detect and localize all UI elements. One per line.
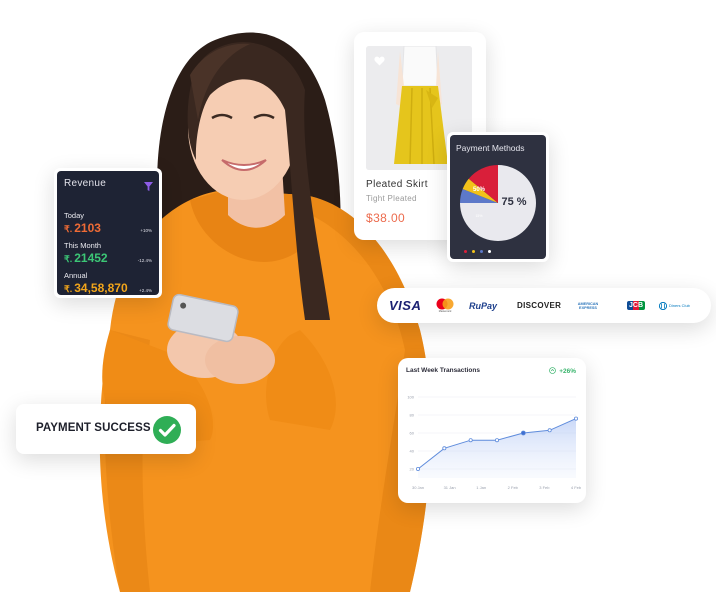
y-tick-label: 60 [410, 431, 415, 436]
payment-success-toast: PAYMENT SUCCESS [16, 404, 196, 454]
revenue-row-value: ₹. 2103 [64, 221, 101, 235]
diners-club-logo: Diners Club [659, 288, 695, 323]
hero-stage: Pleated Skirt Tight Pleated $38.00 Reven… [0, 0, 716, 592]
check-circle-icon [152, 415, 182, 450]
discover-logo: DISCOVER [517, 301, 562, 310]
pie-slice-label-blue: 15% [475, 214, 482, 218]
x-tick-label: 2 Feb [508, 485, 519, 490]
american-express-logo: AMERICAN EXPRESS [577, 301, 599, 310]
pie-slice-label-red: 50% [473, 187, 486, 193]
x-tick-label: 3 Feb [539, 485, 550, 490]
currency-symbol: ₹. [64, 254, 73, 264]
y-tick-label: 80 [410, 413, 415, 418]
data-point [468, 438, 473, 443]
revenue-row-change: +10% [140, 228, 152, 233]
mastercard-logo: Mastercard [435, 288, 455, 323]
currency-symbol: ₹. [64, 284, 73, 294]
heart-icon[interactable] [374, 53, 385, 71]
product-price: $38.00 [366, 211, 406, 225]
product-name: Pleated Skirt [366, 179, 428, 190]
x-tick-label: 31 Jan [444, 485, 456, 490]
pie-legend [464, 250, 491, 253]
revenue-row-change: +2.4% [139, 288, 152, 293]
revenue-row-change: -12.4% [137, 258, 152, 263]
revenue-row-today: Today ₹. 2103 +10% [64, 211, 152, 235]
rupay-logo: RuPay [469, 300, 498, 311]
revenue-row-annual: Annual ₹. 34,58,870 +2.4% [64, 271, 152, 295]
product-subtitle: Tight Pleated [366, 194, 417, 203]
revenue-card: Revenue Today ₹. 2103 +10% This Month ₹. 2… [54, 168, 162, 298]
revenue-row-label: Today [64, 211, 85, 220]
x-tick-label: 1 Jan [476, 485, 486, 490]
legend-item [472, 250, 475, 253]
transactions-card: Last Week Transactions +26% 20 40 60 80 100 … [398, 358, 586, 503]
data-point [573, 416, 578, 421]
payment-methods-pie-chart: 75 % 50% 15% [460, 165, 536, 241]
legend-item [480, 250, 483, 253]
x-tick-label: 30 Jan [412, 485, 424, 490]
jcb-logo: JCB [627, 301, 646, 310]
revenue-row-label: Annual [64, 271, 88, 280]
legend-item [488, 250, 491, 253]
payment-methods-card: Payment Methods 75 % 50% 15% [447, 132, 549, 262]
data-point [442, 446, 447, 451]
transactions-line-chart: 20 40 60 80 100 30 Jan 31 Jan 1 Jan 2 Feb 3 Feb 4… [407, 395, 582, 491]
legend-item [464, 250, 467, 253]
data-point [547, 428, 552, 433]
filter-icon[interactable] [144, 178, 153, 196]
pie-slice-label-main: 75 % [501, 196, 526, 208]
revenue-row-month: This Month ₹. 21452 -12.4% [64, 241, 152, 265]
data-point [495, 438, 500, 443]
visa-logo: VISA [389, 298, 422, 313]
card-brands-strip: VISA Mastercard RuPay DISCOVER AMERICAN … [377, 288, 711, 323]
revenue-row-label: This Month [64, 241, 102, 250]
y-tick-label: 20 [410, 467, 415, 472]
revenue-title: Revenue [64, 178, 107, 189]
currency-symbol: ₹. [64, 224, 73, 234]
payment-success-text: PAYMENT SUCCESS [36, 422, 151, 434]
x-tick-label: 4 Feb [571, 485, 582, 490]
data-point [520, 430, 526, 436]
y-tick-label: 40 [410, 449, 415, 454]
data-point [415, 467, 420, 472]
transactions-area [418, 418, 576, 478]
y-tick-label: 100 [407, 395, 414, 400]
